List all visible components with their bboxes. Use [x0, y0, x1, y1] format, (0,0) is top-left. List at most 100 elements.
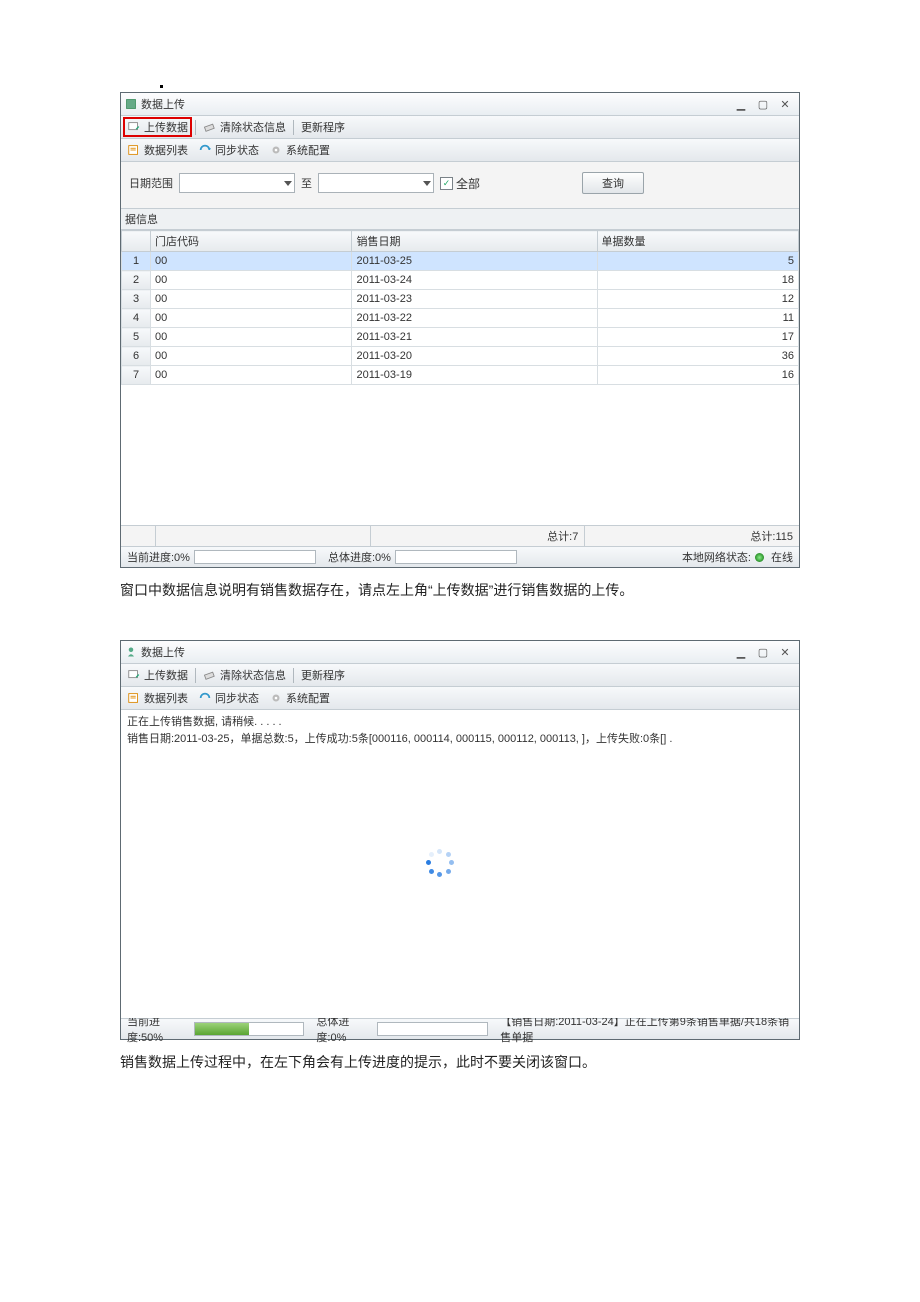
date-range-label: 日期范围: [129, 175, 173, 191]
page-marker: [160, 85, 163, 88]
cur-progress-label: 当前进度:0%: [127, 549, 190, 565]
status-bar: 当前进度:0% 总体进度:0% 本地网络状态: 在线: [121, 546, 799, 567]
all-label: 全部: [456, 175, 480, 192]
system-config-tab[interactable]: 系统配置: [266, 689, 333, 707]
list-icon: [127, 143, 141, 157]
col-date[interactable]: 销售日期: [352, 231, 597, 252]
total-progress-track: [395, 550, 517, 564]
maximize-button[interactable]: ▢: [753, 97, 773, 111]
table-row[interactable]: 6002011-03-2036: [122, 347, 799, 366]
net-label: 本地网络状态:: [682, 549, 751, 565]
toolbar-primary: 上传数据 清除状态信息 更新程序: [121, 116, 799, 139]
date-to-select[interactable]: [318, 173, 434, 193]
update-label: 更新程序: [301, 667, 345, 683]
summary-row: 总计:7 总计:115: [121, 525, 799, 546]
minimize-button[interactable]: ▁: [731, 97, 751, 111]
titlebar[interactable]: 数据上传 ▁ ▢ ✕: [121, 93, 799, 116]
config-label: 系统配置: [286, 142, 330, 158]
cur-progress-track: [194, 550, 316, 564]
window-data-upload-progress: 数据上传 ▁ ▢ ✕ 上传数据 清除状态信息 更新程序 数据列表 同步状态 系统: [120, 640, 800, 1040]
upload-label: 上传数据: [144, 667, 188, 683]
toolbar-sep: [293, 668, 294, 683]
sync-icon: [198, 143, 212, 157]
to-label: 至: [301, 175, 312, 191]
toolbar-sep: [195, 668, 196, 683]
network-status: 本地网络状态: 在线: [676, 549, 799, 565]
section-header: 据信息: [121, 208, 799, 230]
table-row[interactable]: 3002011-03-2312: [122, 290, 799, 309]
upload-data-button[interactable]: 上传数据: [124, 118, 191, 136]
app-icon: [125, 646, 137, 658]
upload-icon: [127, 668, 141, 682]
total-progress-track: [377, 1022, 488, 1036]
data-table: 门店代码 销售日期 单据数量 1002011-03-255 2002011-03…: [121, 230, 799, 385]
list-label: 数据列表: [144, 142, 188, 158]
total-progress: 总体进度:0%: [322, 549, 523, 565]
table-row[interactable]: 2002011-03-2418: [122, 271, 799, 290]
data-list-tab[interactable]: 数据列表: [124, 689, 191, 707]
cur-progress-track: [194, 1022, 305, 1036]
search-label: 查询: [602, 175, 624, 191]
toolbar-sep: [293, 120, 294, 135]
config-label: 系统配置: [286, 690, 330, 706]
system-config-tab[interactable]: 系统配置: [266, 141, 333, 159]
gear-icon: [269, 143, 283, 157]
col-store[interactable]: 门店代码: [151, 231, 352, 252]
log-area: 正在上传销售数据, 请稍候. . . . . 销售日期:2011-03-25，单…: [121, 710, 799, 1018]
status-bar: 当前进度:50% 总体进度:0% 【销售日期:2011-03-24】正在上传第9…: [121, 1018, 799, 1039]
table-row[interactable]: 1002011-03-255: [122, 252, 799, 271]
eraser-icon: [203, 668, 217, 682]
online-label: 在线: [771, 549, 793, 565]
maximize-button[interactable]: ▢: [753, 645, 773, 659]
table-row[interactable]: 5002011-03-2117: [122, 328, 799, 347]
close-button[interactable]: ✕: [775, 645, 795, 659]
update-program-button[interactable]: 更新程序: [298, 666, 348, 684]
toolbar-secondary: 数据列表 同步状态 系统配置: [121, 139, 799, 162]
sync-status-tab[interactable]: 同步状态: [195, 689, 262, 707]
col-qty[interactable]: 单据数量: [597, 231, 799, 252]
clear-status-button[interactable]: 清除状态信息: [200, 666, 289, 684]
all-checkbox[interactable]: ✓ 全部: [440, 175, 480, 192]
log-line: 正在上传销售数据, 请稍候. . . . .: [127, 714, 793, 731]
globe-icon: [755, 553, 764, 562]
list-label: 数据列表: [144, 690, 188, 706]
data-list-tab[interactable]: 数据列表: [124, 141, 191, 159]
col-rownum[interactable]: [122, 231, 151, 252]
window-data-upload: 数据上传 ▁ ▢ ✕ 上传数据 清除状态信息 更新程序 数据列表 同步状态 系统: [120, 92, 800, 568]
window-title: 数据上传: [141, 644, 729, 660]
minimize-button[interactable]: ▁: [731, 645, 751, 659]
upload-data-button[interactable]: 上传数据: [124, 666, 191, 684]
total-progress-label: 总体进度:0%: [328, 549, 391, 565]
toolbar-sep: [195, 120, 196, 135]
table-row[interactable]: 4002011-03-2211: [122, 309, 799, 328]
upload-icon: [127, 120, 141, 134]
sum-count: 总计:7: [370, 526, 585, 546]
loading-spinner-icon: [426, 849, 454, 877]
caption-text: 窗口中数据信息说明有销售数据存在，请点左上角“上传数据”进行销售数据的上传。: [120, 580, 800, 600]
search-button[interactable]: 查询: [582, 172, 644, 194]
chevron-down-icon: [423, 181, 431, 186]
update-program-button[interactable]: 更新程序: [298, 118, 348, 136]
clear-label: 清除状态信息: [220, 119, 286, 135]
upload-label: 上传数据: [144, 119, 188, 135]
window-title: 数据上传: [141, 96, 729, 112]
clear-status-button[interactable]: 清除状态信息: [200, 118, 289, 136]
close-button[interactable]: ✕: [775, 97, 795, 111]
titlebar[interactable]: 数据上传 ▁ ▢ ✕: [121, 641, 799, 664]
chevron-down-icon: [284, 181, 292, 186]
gear-icon: [269, 691, 283, 705]
date-from-select[interactable]: [179, 173, 295, 193]
list-icon: [127, 691, 141, 705]
clear-label: 清除状态信息: [220, 667, 286, 683]
current-progress: 当前进度:0%: [121, 549, 322, 565]
update-label: 更新程序: [301, 119, 345, 135]
sync-label: 同步状态: [215, 690, 259, 706]
check-icon: ✓: [440, 177, 453, 190]
toolbar-secondary: 数据列表 同步状态 系统配置: [121, 687, 799, 710]
caption-text: 销售数据上传过程中，在左下角会有上传进度的提示，此时不要关闭该窗口。: [120, 1052, 800, 1072]
sync-label: 同步状态: [215, 142, 259, 158]
sync-status-tab[interactable]: 同步状态: [195, 141, 262, 159]
table-row[interactable]: 7002011-03-1916: [122, 366, 799, 385]
sync-icon: [198, 691, 212, 705]
table-header-row: 门店代码 销售日期 单据数量: [122, 231, 799, 252]
